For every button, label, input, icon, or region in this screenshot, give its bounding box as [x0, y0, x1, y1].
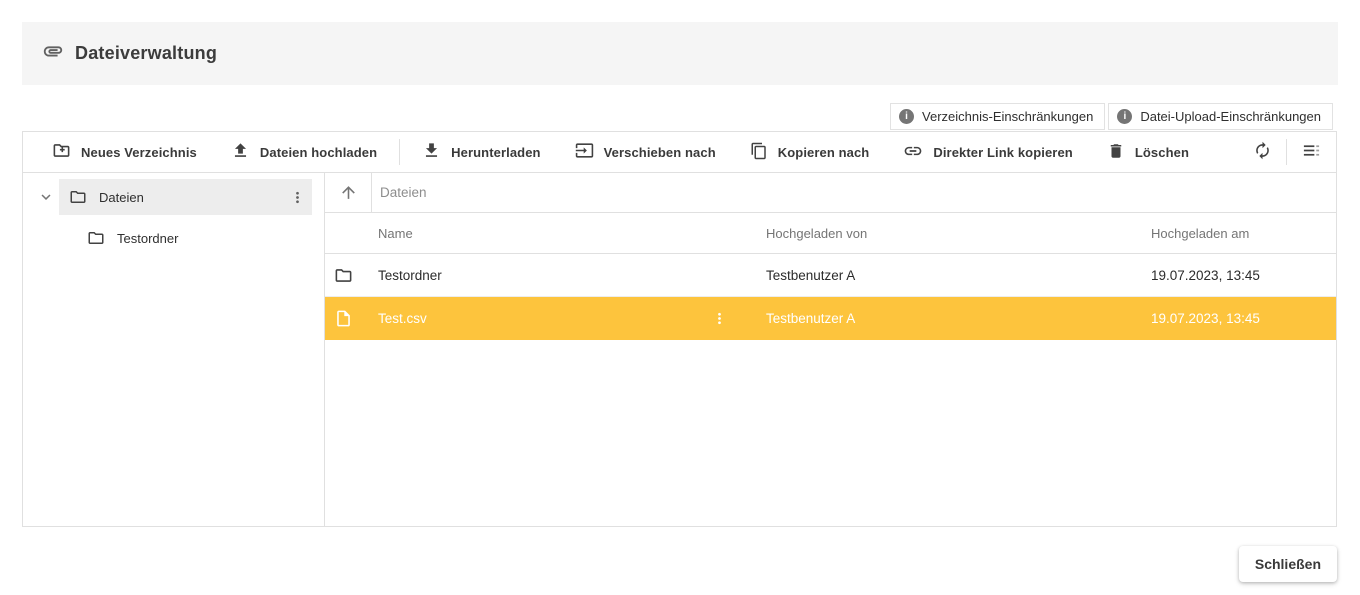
move-icon — [575, 141, 594, 163]
copy-direct-link-button[interactable]: Direkter Link kopieren — [886, 134, 1089, 170]
breadcrumb-divider — [371, 173, 372, 213]
tree-item-dateien[interactable]: Dateien — [23, 179, 324, 215]
download-button[interactable]: Herunterladen — [405, 134, 557, 170]
link-icon — [903, 141, 923, 164]
upload-icon — [231, 141, 250, 163]
folder-icon — [69, 188, 87, 206]
folder-icon — [334, 266, 358, 285]
uploaded-by: Testbenutzer A — [766, 311, 1151, 326]
directory-restrictions-chip[interactable]: i Verzeichnis-Einschränkungen — [890, 103, 1105, 130]
file-upload-restrictions-chip[interactable]: i Datei-Upload-Einschränkungen — [1108, 103, 1333, 130]
directory-restrictions-label: Verzeichnis-Einschränkungen — [922, 109, 1093, 124]
info-icon: i — [1117, 109, 1132, 124]
copy-icon — [750, 142, 768, 163]
button-label: Kopieren nach — [778, 145, 870, 160]
refresh-icon — [1253, 141, 1272, 163]
row-menu-button[interactable] — [711, 310, 728, 327]
toolbar: Neues Verzeichnis Dateien hochladen Heru… — [23, 132, 1336, 173]
button-label: Herunterladen — [451, 145, 540, 160]
button-label: Direkter Link kopieren — [933, 145, 1072, 160]
view-options-button[interactable] — [1292, 134, 1330, 170]
view-options-icon — [1302, 141, 1321, 163]
tree-item-testordner[interactable]: Testordner — [23, 220, 324, 256]
dialog-header: Dateiverwaltung — [22, 22, 1338, 85]
table-row-testordner[interactable]: Testordner Testbenutzer A 19.07.2023, 13… — [325, 254, 1336, 297]
column-header-uploaded-by[interactable]: Hochgeladen von — [766, 226, 1151, 241]
column-header-uploaded-at[interactable]: Hochgeladen am — [1151, 226, 1336, 241]
delete-button[interactable]: Löschen — [1090, 134, 1206, 170]
tree-item-label: Testordner — [117, 231, 178, 246]
page-title: Dateiverwaltung — [75, 43, 217, 64]
file-name-cell: Test.csv — [358, 310, 766, 327]
file-name: Test.csv — [378, 311, 427, 326]
copy-to-button[interactable]: Kopieren nach — [733, 134, 887, 170]
file-name: Testordner — [358, 268, 766, 283]
table-header-row: Name Hochgeladen von Hochgeladen am — [325, 213, 1336, 254]
chevron-down-icon[interactable] — [33, 188, 59, 206]
uploaded-by: Testbenutzer A — [766, 268, 1151, 283]
navigate-up-button[interactable] — [325, 183, 371, 202]
file-manager-panel: Neues Verzeichnis Dateien hochladen Heru… — [22, 131, 1337, 527]
panel-body: Dateien Testordner Dateien — [23, 173, 1336, 526]
column-header-name[interactable]: Name — [358, 226, 766, 241]
uploaded-at: 19.07.2023, 13:45 — [1151, 311, 1336, 326]
button-label: Verschieben nach — [604, 145, 716, 160]
button-label: Neues Verzeichnis — [81, 145, 197, 160]
toolbar-divider — [399, 139, 400, 165]
tree-item-label: Dateien — [99, 190, 277, 205]
new-folder-icon — [52, 141, 71, 163]
uploaded-at: 19.07.2023, 13:45 — [1151, 268, 1336, 283]
new-directory-button[interactable]: Neues Verzeichnis — [35, 134, 214, 170]
toolbar-divider — [1286, 139, 1287, 165]
close-button[interactable]: Schließen — [1239, 546, 1337, 582]
breadcrumb: Dateien — [380, 185, 427, 200]
move-to-button[interactable]: Verschieben nach — [558, 134, 733, 170]
upload-files-button[interactable]: Dateien hochladen — [214, 134, 394, 170]
file-manager-dialog: Dateiverwaltung i Verzeichnis-Einschränk… — [0, 0, 1360, 595]
info-icon: i — [899, 109, 914, 124]
breadcrumb-bar: Dateien — [325, 173, 1336, 213]
file-upload-restrictions-label: Datei-Upload-Einschränkungen — [1140, 109, 1321, 124]
button-label: Löschen — [1135, 145, 1189, 160]
restriction-chips: i Verzeichnis-Einschränkungen i Datei-Up… — [890, 103, 1333, 130]
folder-icon — [87, 229, 105, 247]
folder-tree: Dateien Testordner — [23, 173, 325, 526]
table-row-testcsv-selected[interactable]: Test.csv Testbenutzer A 19.07.2023, 13:4… — [325, 297, 1336, 340]
file-list-pane: Dateien Name Hochgeladen von Hochgeladen… — [325, 173, 1336, 526]
attachment-icon — [42, 40, 64, 67]
button-label: Dateien hochladen — [260, 145, 377, 160]
tree-node-selected[interactable]: Dateien — [59, 179, 312, 215]
download-icon — [422, 141, 441, 163]
tree-item-menu-button[interactable] — [289, 189, 306, 206]
file-icon — [334, 309, 358, 328]
trash-icon — [1107, 142, 1125, 163]
refresh-button[interactable] — [1243, 134, 1281, 170]
